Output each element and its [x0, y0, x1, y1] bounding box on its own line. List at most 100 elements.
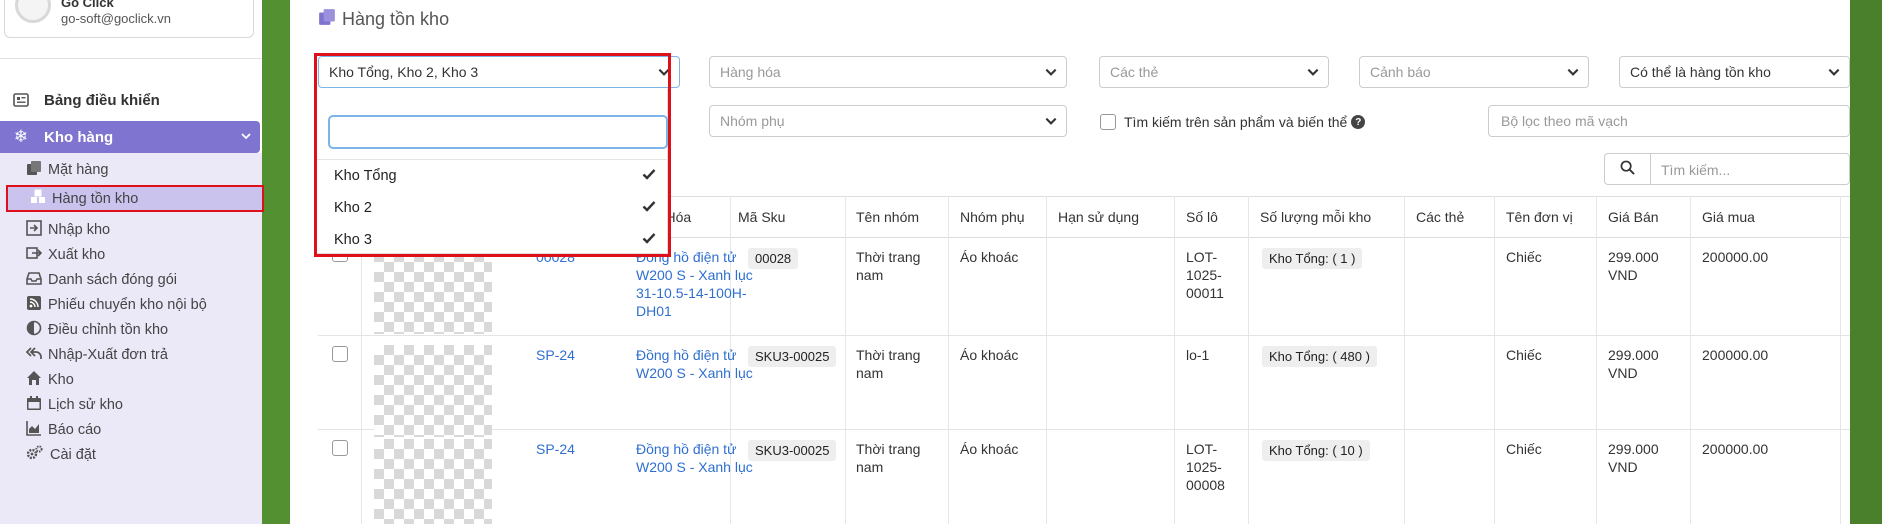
search-variants-label: Tìm kiếm trên sản phẩm và biến thể ? [1124, 114, 1366, 130]
search-variants-checkbox[interactable] [1100, 114, 1116, 130]
lot-cell: lo-1 [1186, 347, 1210, 363]
product-name-link[interactable]: Đồng hồ điện tử W200 S - Xanh lục [636, 346, 754, 382]
unit-cell: Chiếc [1506, 347, 1542, 363]
table-row[interactable]: SP-24 Đồng hồ điện tử W200 S - Xanh lục … [318, 336, 1850, 437]
column-header[interactable]: Mã Sku [738, 209, 785, 225]
sidebar-item-dashboard[interactable]: Bảng điều khiển [0, 85, 262, 115]
goods-select[interactable]: Hàng hóa [709, 56, 1067, 88]
tags-select[interactable]: Các thẻ [1099, 56, 1329, 88]
cost-cell: 200000.00 [1702, 347, 1769, 363]
price-cell: 299.000 VND [1608, 249, 1659, 283]
sidebar-item-label: Điều chỉnh tồn kho [48, 322, 169, 338]
dashboard-icon [12, 91, 30, 109]
page-title-text: Hàng tồn kho [342, 9, 450, 29]
import-icon [26, 220, 42, 240]
search-input[interactable]: Tìm kiếm... [1661, 162, 1730, 178]
home-icon [26, 370, 42, 390]
column-header[interactable]: Các thẻ [1416, 209, 1464, 225]
sidebar-item-lich-su-kho[interactable]: Lịch sử kho [26, 392, 123, 418]
table-search: Tìm kiếm... [1604, 153, 1850, 185]
help-icon[interactable]: ? [1351, 115, 1366, 129]
search-button[interactable] [1605, 154, 1651, 184]
qty-badge: Kho Tổng: ( 1 ) [1262, 248, 1363, 269]
copy-icon [318, 8, 336, 31]
column-header[interactable]: Tên nhóm [856, 209, 919, 225]
chevron-down-icon [1566, 65, 1580, 82]
column-header[interactable]: Giá Bán [1608, 209, 1659, 225]
cost-cell: 200000.00 [1702, 441, 1769, 457]
chevron-down-icon [1044, 65, 1058, 82]
user-name: Go Click [61, 0, 114, 10]
adjust-icon [26, 320, 42, 340]
sidebar-item-label: Cài đặt [50, 447, 96, 463]
column-header[interactable]: Hạn sử dụng [1058, 209, 1139, 225]
sidebar-item-label: Phiếu chuyển kho nội bộ [48, 297, 207, 313]
boxes-icon [30, 189, 46, 209]
goods-select-placeholder: Hàng hóa [720, 64, 781, 80]
lot-cell: LOT-1025-00011 [1186, 249, 1224, 301]
column-header[interactable]: Tên đơn vị [1506, 209, 1573, 225]
page-title: Hàng tồn kho [318, 8, 449, 31]
copy-icon [26, 160, 42, 180]
sidebar-group-kho-hang[interactable]: ❄ Kho hàng [0, 121, 260, 153]
product-code-link[interactable]: SP-24 [536, 346, 575, 364]
sidebar-submenu: Mặt hàng Hàng tồn kho Nhập kho Xuất kho … [0, 153, 264, 524]
sidebar-item-phieu-chuyen-kho[interactable]: Phiếu chuyển kho nội bộ [26, 292, 207, 318]
row-checkbox[interactable] [332, 346, 348, 362]
price-cell: 299.000 VND [1608, 441, 1659, 475]
chevron-down-icon [1044, 114, 1058, 131]
sidebar-item-kho[interactable]: Kho [26, 367, 74, 393]
qty-badge: Kho Tổng: ( 10 ) [1262, 440, 1370, 461]
sidebar-item-label: Kho [48, 372, 74, 388]
subgroup-cell: Áo khoác [960, 249, 1019, 265]
sidebar-item-label: Nhập kho [48, 222, 111, 238]
sidebar-item-dieu-chinh-ton-kho[interactable]: Điều chỉnh tồn kho [26, 317, 168, 343]
column-header[interactable]: Giá mua [1702, 209, 1755, 225]
user-card[interactable]: Go Click go-soft@goclick.vn [4, 0, 254, 38]
lot-cell: LOT-1025-00008 [1186, 441, 1225, 493]
sidebar-item-hang-ton-kho[interactable]: Hàng tồn kho [6, 185, 264, 212]
sidebar-divider [0, 58, 262, 59]
product-name-link[interactable]: Đồng hồ điện tử W200 S - Xanh lục 31-10.… [636, 248, 754, 320]
cogs-icon [26, 445, 44, 465]
subgroup-cell: Áo khoác [960, 347, 1019, 363]
sidebar-item-mat-hang[interactable]: Mặt hàng [26, 157, 108, 183]
qty-badge: Kho Tổng: ( 480 ) [1262, 346, 1377, 367]
sidebar-item-xuat-kho[interactable]: Xuất kho [26, 242, 105, 268]
subgroup-cell: Áo khoác [960, 441, 1019, 457]
sidebar-item-danh-sach-dong-goi[interactable]: Danh sách đóng gói [26, 267, 177, 293]
row-checkbox[interactable] [332, 440, 348, 456]
group-cell: Thời trang nam [856, 347, 921, 381]
sku-badge: SKU3-00025 [748, 440, 837, 461]
column-header[interactable]: Nhóm phụ [960, 209, 1025, 225]
sidebar-item-bao-cao[interactable]: Báo cáo [26, 417, 101, 443]
reply-all-icon [25, 345, 42, 365]
sidebar-item-cai-dat[interactable]: Cài đặt [26, 442, 96, 468]
chevron-down-icon [240, 129, 252, 146]
calendar-icon [26, 395, 42, 415]
warning-select-placeholder: Cảnh báo [1370, 64, 1431, 80]
stock-type-select[interactable]: Có thể là hàng tồn kho [1619, 56, 1850, 88]
chevron-down-icon [1306, 65, 1320, 82]
sidebar-item-nhap-xuat-don-tra[interactable]: Nhập-Xuất đơn trả [25, 342, 168, 368]
sidebar: Go Click go-soft@goclick.vn Bảng điều kh… [0, 0, 264, 524]
unit-cell: Chiếc [1506, 441, 1542, 457]
sidebar-item-label: Lịch sử kho [48, 397, 123, 413]
column-header[interactable]: Số lô [1186, 209, 1218, 225]
product-name-link[interactable]: Đồng hồ điện tử W200 S - Xanh lục [636, 440, 754, 476]
product-code-link[interactable]: SP-24 [536, 440, 575, 458]
barcode-filter-input[interactable]: Bộ lọc theo mã vạch [1488, 105, 1850, 137]
sidebar-item-label: Nhập-Xuất đơn trả [48, 347, 168, 363]
product-thumbnail [374, 345, 492, 437]
warning-select[interactable]: Cảnh báo [1359, 56, 1589, 88]
table-row[interactable]: SP-24 Đồng hồ điện tử W200 S - Xanh lục … [318, 430, 1850, 524]
subgroup-select[interactable]: Nhóm phụ [709, 105, 1067, 137]
search-icon [1620, 160, 1635, 178]
column-header[interactable]: Số lượng mỗi kho [1260, 209, 1371, 225]
snowflake-icon: ❄ [13, 127, 29, 146]
main-content: Hàng tồn kho Kho Tổng, Kho 2, Kho 3 Hàng… [290, 0, 1850, 524]
rss-icon [26, 295, 42, 315]
sidebar-group-label: Kho hàng [44, 128, 114, 146]
inbox-icon [26, 270, 42, 290]
sidebar-item-nhap-kho[interactable]: Nhập kho [26, 217, 110, 243]
